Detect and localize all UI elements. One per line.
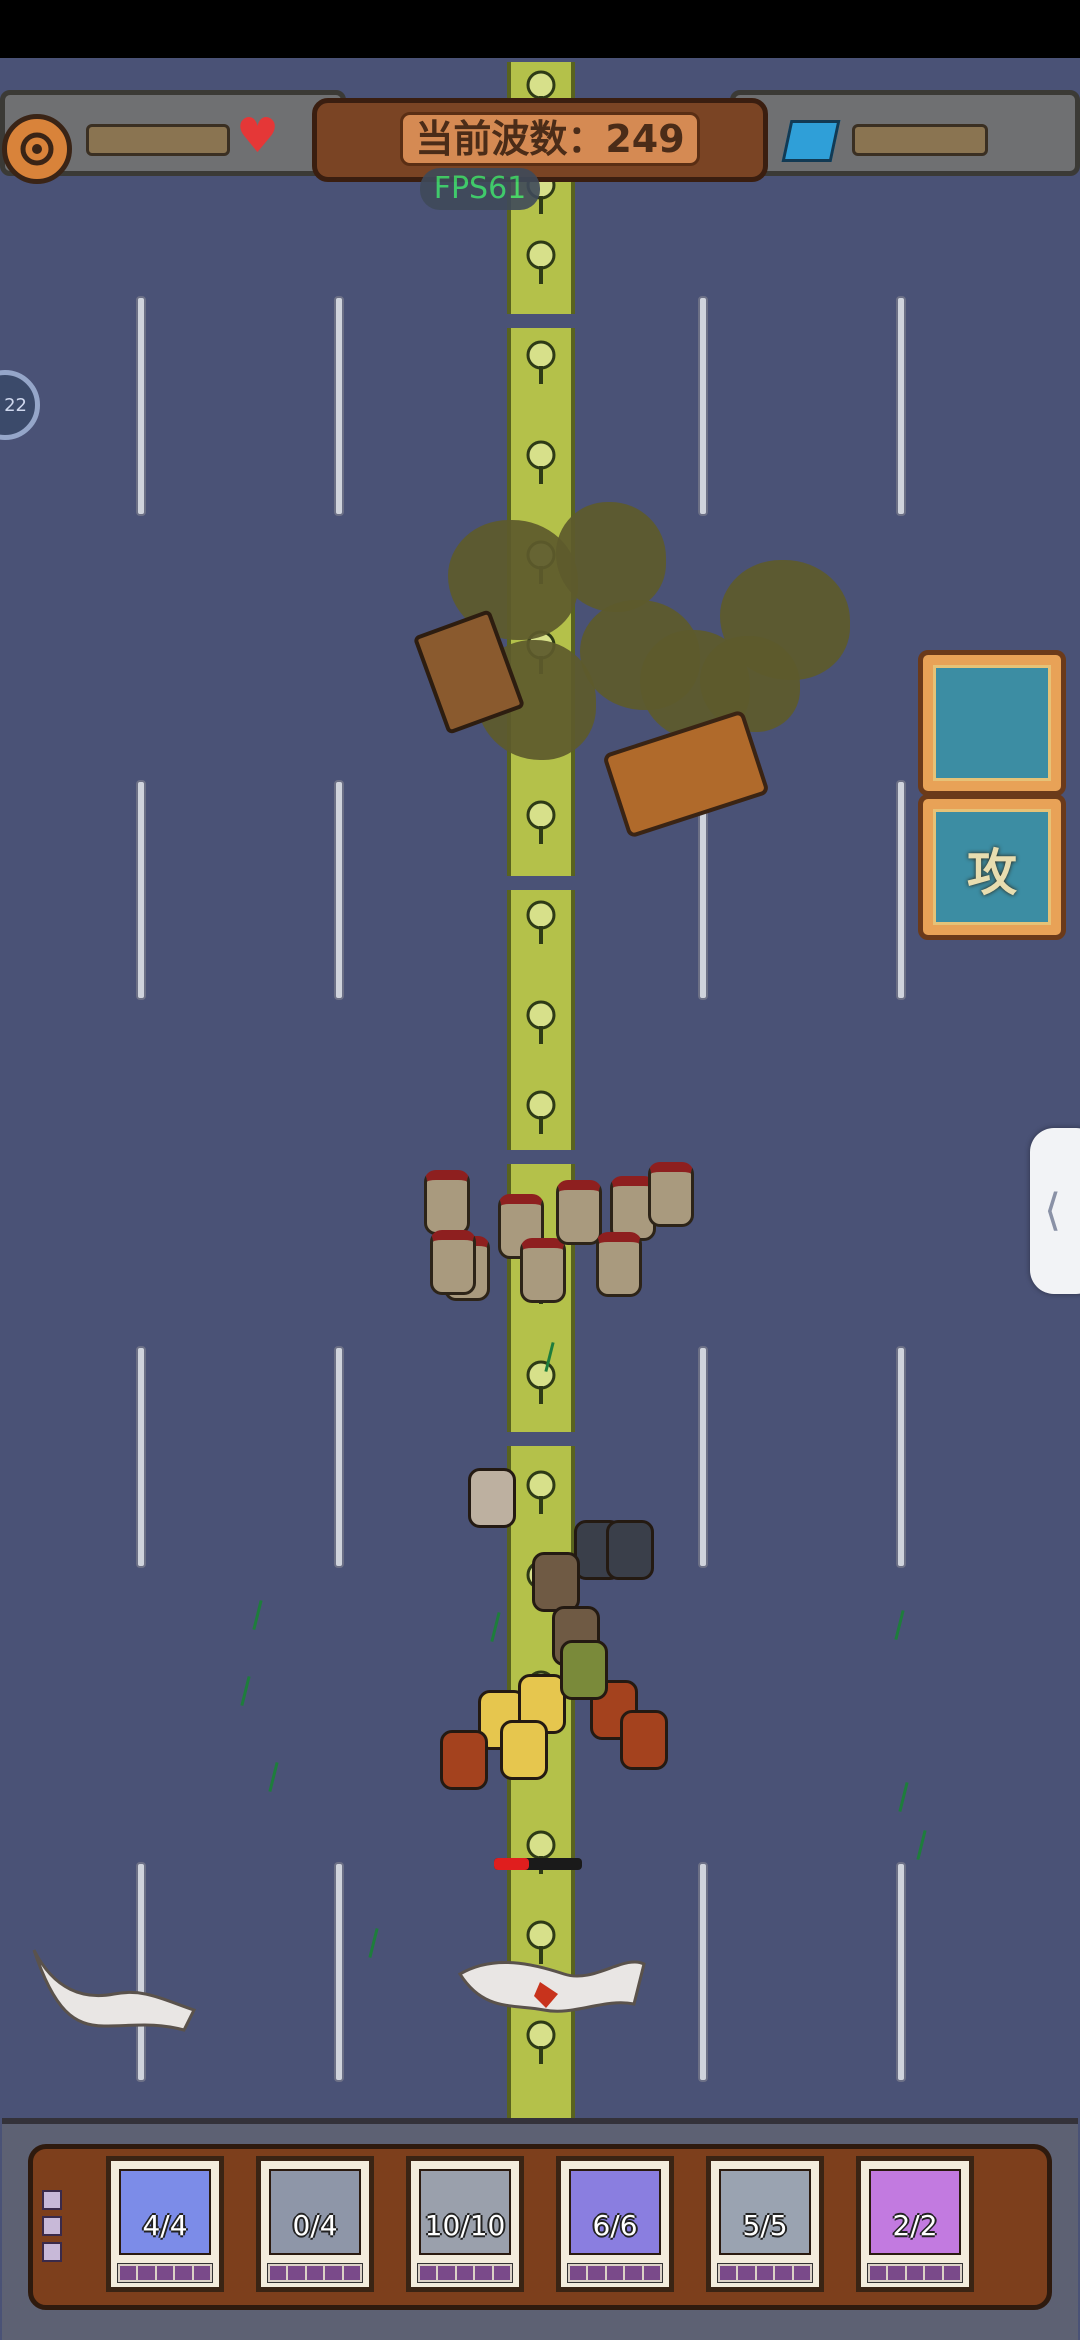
lane-line [896, 780, 906, 1000]
lane-line [334, 780, 344, 1000]
lane-line [698, 1862, 708, 2082]
resource-bar [852, 124, 988, 156]
army-unit [620, 1710, 668, 1770]
arrow-projectile [490, 1612, 501, 1642]
arrow-projectile [240, 1676, 251, 1706]
lane-line [896, 1862, 906, 2082]
lane-line [334, 1862, 344, 2082]
white-wolf [457, 1960, 646, 2013]
heart-icon: ♥ [236, 108, 280, 164]
tree-icon [524, 1360, 558, 1406]
unit-count: 10/10 [424, 2209, 506, 2242]
tree-icon [524, 240, 558, 286]
skill-card-weapons[interactable] [918, 650, 1066, 796]
arrow-projectile [916, 1830, 927, 1860]
weapons-art [933, 665, 1051, 781]
unit-slot-elf-archer[interactable]: 4/4 [106, 2156, 224, 2292]
unit-slot-ballista[interactable]: 5/5 [706, 2156, 824, 2292]
unit-count: 4/4 [142, 2209, 188, 2242]
median-gap [505, 314, 577, 328]
enemy-archer [430, 1230, 476, 1295]
chevron-left-icon[interactable]: ⟨ [1030, 1128, 1080, 1294]
gear-icon[interactable] [2, 114, 72, 184]
army-unit [500, 1720, 548, 1780]
white-wolf [32, 1949, 197, 2032]
lane-line [136, 1346, 146, 1568]
arrow-projectile [368, 1928, 379, 1958]
tree-icon [524, 340, 558, 386]
arrow-projectile [898, 1782, 909, 1812]
tree-icon [524, 1000, 558, 1046]
unit-count: 5/5 [742, 2209, 788, 2242]
lane-line [896, 296, 906, 516]
game-screen: 当前波数：249 ♥ FPS61 22 攻 ⟨ 4/4 0/4 10/10 6/… [0, 0, 1080, 2340]
unit-slot-bandit-archer[interactable]: 10/10 [406, 2156, 524, 2292]
unit-count: 0/4 [292, 2209, 338, 2242]
arrow-projectile [252, 1600, 263, 1630]
unit-ability-strip [867, 2263, 963, 2283]
unit-ability-strip [267, 2263, 363, 2283]
gem-icon [781, 120, 841, 162]
enemy-archer [648, 1162, 694, 1227]
tree-icon [524, 440, 558, 486]
lane-line [334, 1346, 344, 1568]
unit-health-fill [494, 1858, 530, 1870]
attack-label: 攻 [967, 844, 1017, 902]
unit-slot-gunner[interactable]: 0/4 [256, 2156, 374, 2292]
floating-assist-button[interactable]: 22 [0, 370, 40, 440]
wave-counter: 当前波数：249 [400, 112, 700, 166]
tree-icon [524, 900, 558, 946]
unit-ability-strip [717, 2263, 813, 2283]
lane-line [896, 1346, 906, 1568]
lane-line [698, 1346, 708, 1568]
lane-line [698, 296, 708, 516]
tree-icon [524, 1470, 558, 1516]
arrow-projectile [268, 1762, 279, 1792]
enemy-archer [520, 1238, 566, 1303]
unit-ability-strip [117, 2263, 213, 2283]
unit-slot-special-forces[interactable]: 2/2 [856, 2156, 974, 2292]
health-bar [86, 124, 230, 156]
tree-icon [524, 1090, 558, 1136]
unit-health-bar [494, 1858, 582, 1870]
unit-ability-strip [567, 2263, 663, 2283]
unit-count: 2/2 [892, 2209, 938, 2242]
army-unit [468, 1468, 516, 1528]
enemy-archer [596, 1232, 642, 1297]
arrow-projectile [894, 1610, 905, 1640]
bar-mini-icons [42, 2190, 64, 2270]
army-unit [532, 1552, 580, 1612]
enemy-archer [556, 1180, 602, 1245]
army-unit [606, 1520, 654, 1580]
unit-count: 6/6 [592, 2209, 638, 2242]
median-gap [505, 1150, 577, 1164]
lane-line [334, 296, 344, 516]
median-gap [505, 1432, 577, 1446]
army-unit [440, 1730, 488, 1790]
enemy-archer [424, 1170, 470, 1235]
unit-slot-cavalry[interactable]: 6/6 [556, 2156, 674, 2292]
median-gap [505, 876, 577, 890]
lane-line [136, 780, 146, 1000]
skill-card-attack[interactable]: 攻 [918, 794, 1066, 940]
tree-icon [524, 800, 558, 846]
enemy-siege-engine [602, 709, 770, 839]
fps-counter: FPS61 [420, 168, 540, 210]
status-bar [0, 0, 1080, 58]
unit-ability-strip [417, 2263, 513, 2283]
army-unit [560, 1640, 608, 1700]
lane-line [136, 296, 146, 516]
